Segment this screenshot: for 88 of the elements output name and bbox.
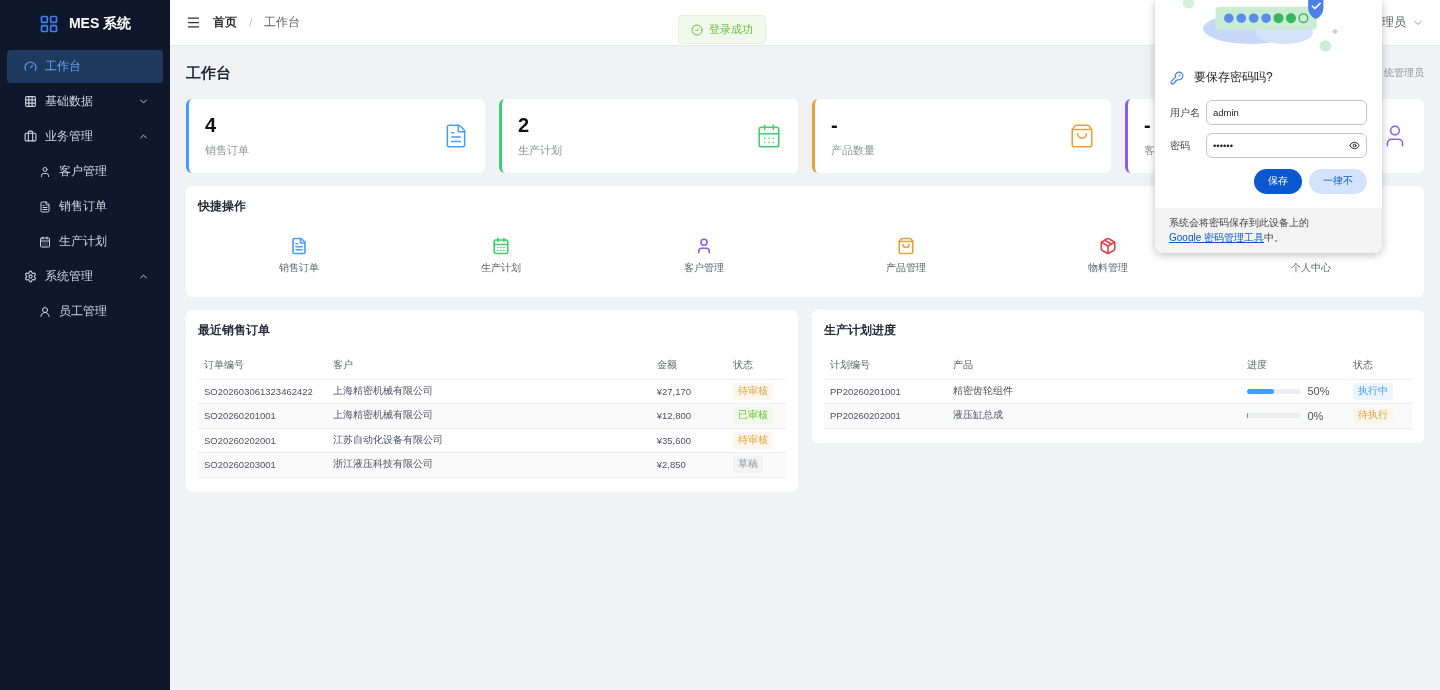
stat-label: 销售订单 — [205, 143, 249, 158]
sidebar-item[interactable]: 工作台 — [7, 50, 163, 83]
card-title: 生产计划进度 — [824, 322, 897, 339]
stat-value: - — [1144, 114, 1151, 137]
column-header: 状态 — [727, 353, 786, 379]
popup-title: 要保存密码吗? — [1194, 69, 1273, 87]
card-title: 最近销售订单 — [198, 322, 271, 339]
sidebar-subitem[interactable]: 员工管理 — [7, 295, 163, 328]
calendar-icon — [39, 235, 51, 248]
status-tag: 待执行 — [1353, 407, 1394, 425]
welcome-text: 统管理员 — [1384, 66, 1424, 80]
stat-label: 生产计划 — [518, 143, 562, 158]
status-tag: 草稿 — [733, 456, 764, 474]
user-icon — [39, 165, 51, 178]
calendar-icon — [756, 123, 782, 149]
table-cell: ¥35,600 — [650, 428, 728, 453]
status-tag: 已审核 — [733, 407, 774, 425]
quick-action[interactable]: 物料管理 — [1082, 229, 1135, 283]
status-tag: 执行中 — [1353, 382, 1394, 400]
breadcrumb-separator: / — [249, 15, 253, 30]
never-button[interactable]: 一律不 — [1309, 169, 1367, 195]
table-cell: 上海精密机械有限公司 — [327, 403, 651, 428]
table-cell: SO20260202001 — [198, 428, 328, 453]
check-circle-icon — [691, 23, 703, 36]
column-header: 进度 — [1241, 353, 1348, 379]
table-cell: PP20260201001 — [824, 379, 948, 404]
sidebar-subitem[interactable]: 销售订单 — [7, 190, 163, 223]
column-header: 计划编号 — [824, 353, 948, 379]
table-cell: SO202603061323462422 — [198, 379, 328, 404]
stat-label: 产品数量 — [831, 143, 875, 158]
sidebar-item[interactable]: 系统管理 — [7, 260, 163, 293]
grid-icon — [24, 95, 37, 108]
briefcase-icon — [24, 130, 37, 143]
password-manager-link[interactable]: Google 密码管理工具 — [1169, 232, 1265, 244]
shopping-bag-icon — [1069, 123, 1095, 149]
column-header: 客户 — [327, 353, 651, 379]
username-field[interactable]: admin — [1206, 100, 1367, 126]
quick-action[interactable]: 客户管理 — [677, 229, 730, 283]
toast-text: 登录成功 — [709, 22, 753, 37]
status-tag: 待审核 — [733, 382, 774, 400]
password-field[interactable]: •••••• — [1206, 133, 1367, 159]
card-title: 快捷操作 — [198, 198, 247, 215]
stat-value: - — [831, 114, 838, 137]
quick-action[interactable]: 产品管理 — [880, 229, 933, 283]
user-name[interactable]: 理员 — [1382, 14, 1406, 31]
key-icon — [1170, 70, 1184, 85]
breadcrumb-item: 工作台 — [264, 14, 301, 31]
breadcrumb-item[interactable]: 首页 — [213, 14, 237, 31]
logo-icon — [38, 14, 59, 34]
app-logo-text: MES 系统 — [68, 15, 132, 33]
field-label: 用户名 — [1170, 105, 1201, 120]
table-cell: ¥27,170 — [650, 379, 728, 404]
column-header: 状态 — [1347, 353, 1412, 379]
column-header: 金额 — [650, 353, 728, 379]
progress-percent: 50% — [1307, 385, 1330, 398]
table-cell: ¥12,800 — [650, 403, 728, 428]
menu-icon[interactable] — [186, 15, 201, 30]
column-header: 订单编号 — [198, 353, 328, 379]
save-button[interactable]: 保存 — [1254, 169, 1302, 195]
table-cell: 上海精密机械有限公司 — [327, 379, 651, 404]
stat-label: 客 — [1144, 143, 1155, 158]
table-cell: 浙江液压科技有限公司 — [327, 452, 651, 477]
table-cell: ¥2,850 — [650, 452, 728, 477]
stat-value: 2 — [518, 114, 530, 137]
table-cell: SO20260201001 — [198, 403, 328, 428]
popup-footer-text: 系统会将密码保存到此设备上的 Google 密码管理工具中。 — [1155, 208, 1382, 253]
quick-action[interactable]: 生产计划 — [475, 229, 528, 283]
status-tag: 待审核 — [733, 431, 774, 449]
sidebar-subitem[interactable]: 客户管理 — [7, 155, 163, 188]
sidebar-item[interactable]: 基础数据 — [7, 85, 163, 118]
document-icon — [39, 200, 51, 213]
gauge-icon — [24, 60, 37, 73]
table-cell: 精密齿轮组件 — [947, 379, 1242, 404]
progress-percent: 0% — [1307, 410, 1324, 422]
user-icon — [39, 305, 51, 318]
stat-value: 4 — [205, 114, 217, 137]
table-cell: PP20260202001 — [824, 403, 948, 428]
sidebar-subitem[interactable]: 生产计划 — [7, 225, 163, 258]
table-cell: 江苏自动化设备有限公司 — [327, 428, 651, 453]
quick-action[interactable]: 销售订单 — [273, 229, 326, 283]
table-cell: 液压缸总成 — [947, 403, 1242, 428]
table-cell: SO20260203001 — [198, 452, 328, 477]
column-header: 产品 — [947, 353, 1242, 379]
page-title: 工作台 — [186, 63, 231, 83]
settings-icon — [24, 270, 37, 283]
field-label: 密码 — [1170, 138, 1191, 153]
eye-icon[interactable] — [1349, 140, 1360, 152]
sidebar-item[interactable]: 业务管理 — [7, 120, 163, 153]
